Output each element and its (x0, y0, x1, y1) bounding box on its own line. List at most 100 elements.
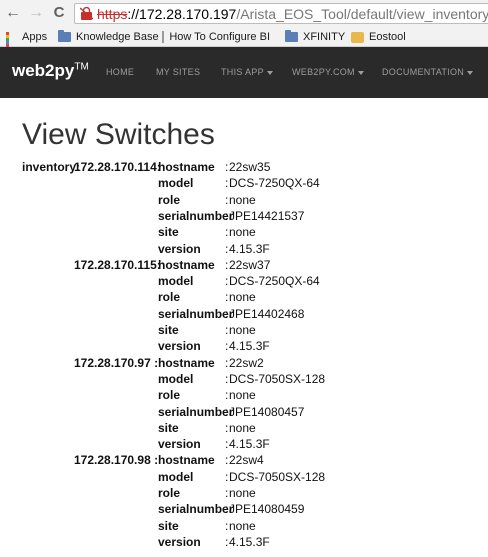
folder-icon (58, 30, 71, 42)
field-value: JPE14402468 (229, 306, 305, 321)
inventory-row: version:4.15.3F (0, 339, 488, 355)
bookmark-knowledge-base[interactable]: Knowledge Base (58, 29, 159, 45)
url-text: https://172.28.170.197/Arista_EOS_Tool/d… (97, 6, 488, 22)
nav-this-app[interactable]: THIS APP (221, 67, 273, 77)
field-key: site (158, 420, 179, 435)
inventory-row: 172.28.170.98 : hostname:22sw4 (0, 453, 488, 469)
caret-down-icon (266, 70, 273, 75)
inventory-row: serialnumber: JPE14080457 (0, 405, 488, 421)
field-key: serialnumber (158, 306, 234, 321)
url-host: ://172.28.170.197 (127, 6, 237, 22)
inventory-row: role: none (0, 193, 488, 209)
address-bar[interactable]: https://172.28.170.197/Arista_EOS_Tool/d… (74, 3, 488, 24)
nav-label: HOME (106, 67, 135, 77)
insecure-lock-icon[interactable] (80, 7, 93, 20)
field-value: none (229, 192, 256, 207)
field-value: 22sw2 (229, 355, 264, 370)
field-key: serialnumber (158, 502, 234, 517)
field-key: hostname (158, 355, 215, 370)
back-icon[interactable]: ← (4, 4, 22, 22)
apps-grid-icon (6, 31, 17, 59)
inventory-row: site: none (0, 421, 488, 437)
field-separator: : (225, 241, 229, 256)
field-key: version (158, 534, 201, 549)
field-key: serialnumber (158, 208, 234, 223)
bookmark-label: Apps (22, 31, 48, 43)
nav-documentation[interactable]: DOCUMENTATION (382, 67, 474, 77)
inventory-row: site: none (0, 225, 488, 241)
field-value: DCS-7050SX-128 (229, 371, 326, 386)
page-icon (162, 31, 165, 43)
nav-web2py-com[interactable]: WEB2PY.COM (292, 67, 364, 77)
inventory-row: model: DCS-7250QX-64 (0, 176, 488, 192)
field-separator: : (225, 388, 229, 403)
field-value: JPE14080457 (229, 404, 305, 419)
field-value: none (229, 323, 256, 337)
inventory-row: model: DCS-7050SX-128 (0, 372, 488, 388)
field-value: DCS-7250QX-64 (229, 274, 320, 289)
field-value: 22sw37 (229, 257, 271, 272)
reload-icon[interactable]: C (50, 4, 68, 22)
field-separator: : (225, 192, 229, 207)
field-separator: : (225, 469, 229, 484)
inventory-row: model: DCS-7250QX-64 (0, 274, 488, 290)
field-separator: : (225, 534, 229, 549)
field-separator: : (225, 160, 229, 174)
forward-icon[interactable]: → (27, 4, 45, 22)
caret-down-icon (357, 70, 364, 75)
inventory-row: serialnumber: JPE14080459 (0, 502, 488, 518)
field-separator: : (225, 371, 229, 386)
nav-home[interactable]: HOME (106, 67, 134, 77)
bookmark-apps[interactable]: Apps (6, 29, 48, 59)
field-separator: : (225, 176, 229, 191)
field-separator: : (225, 257, 229, 272)
field-key: version (158, 339, 201, 354)
field-separator: : (225, 290, 229, 305)
field-value: none (229, 486, 256, 500)
switch-ip: 172.28.170.114: (74, 160, 161, 174)
field-separator: : (225, 437, 229, 452)
brand-trademark: TM (74, 61, 89, 73)
field-key: model (158, 274, 194, 289)
bookmark-how-to-configure[interactable]: How To Configure BI (162, 29, 270, 45)
field-value: none (229, 225, 256, 240)
field-separator: : (225, 208, 229, 223)
inventory-row: role: none (0, 486, 488, 502)
field-key: role (158, 486, 181, 500)
bookmark-xfinity[interactable]: XFINITY (285, 29, 345, 45)
inventory-row: 172.28.170.97 : hostname:22sw2 (0, 356, 488, 372)
folder-icon (285, 30, 298, 42)
field-key: hostname (158, 160, 215, 174)
field-separator: : (225, 518, 229, 533)
tool-icon (351, 31, 364, 43)
field-key: version (158, 241, 201, 256)
field-value: JPE14421537 (229, 208, 305, 223)
nav-my-sites[interactable]: MY SITES (156, 67, 200, 77)
field-value: none (229, 420, 256, 435)
bookmark-eostool[interactable]: Eostool (351, 29, 406, 45)
page-title: View Switches (22, 118, 215, 151)
field-separator: : (225, 355, 229, 370)
inventory-row: site: none (0, 519, 488, 535)
field-key: site (158, 225, 179, 240)
field-separator: : (225, 420, 229, 435)
field-key: model (158, 176, 194, 191)
inventory-row: role: none (0, 290, 488, 306)
nav-label: MY SITES (156, 67, 201, 77)
inventory-row: role: none (0, 388, 488, 404)
field-separator: : (225, 486, 229, 500)
field-separator: : (225, 502, 229, 517)
field-value: none (229, 388, 256, 403)
bookmark-label: Knowledge Base (76, 31, 159, 43)
switch-ip: 172.28.170.97 : (74, 355, 159, 370)
field-key: serialnumber (158, 404, 234, 419)
field-key: model (158, 371, 194, 386)
inventory-row: 172.28.170.114: hostname:22sw35 (0, 160, 488, 176)
field-key: version (158, 437, 201, 452)
field-key: role (158, 290, 181, 305)
field-key: model (158, 469, 194, 484)
field-separator: : (225, 323, 229, 337)
browser-toolbar: ← → C https://172.28.170.197/Arista_EOS_… (0, 0, 488, 28)
nav-label: THIS APP (221, 67, 264, 77)
brand-logo[interactable]: web2pyTM (12, 61, 89, 81)
